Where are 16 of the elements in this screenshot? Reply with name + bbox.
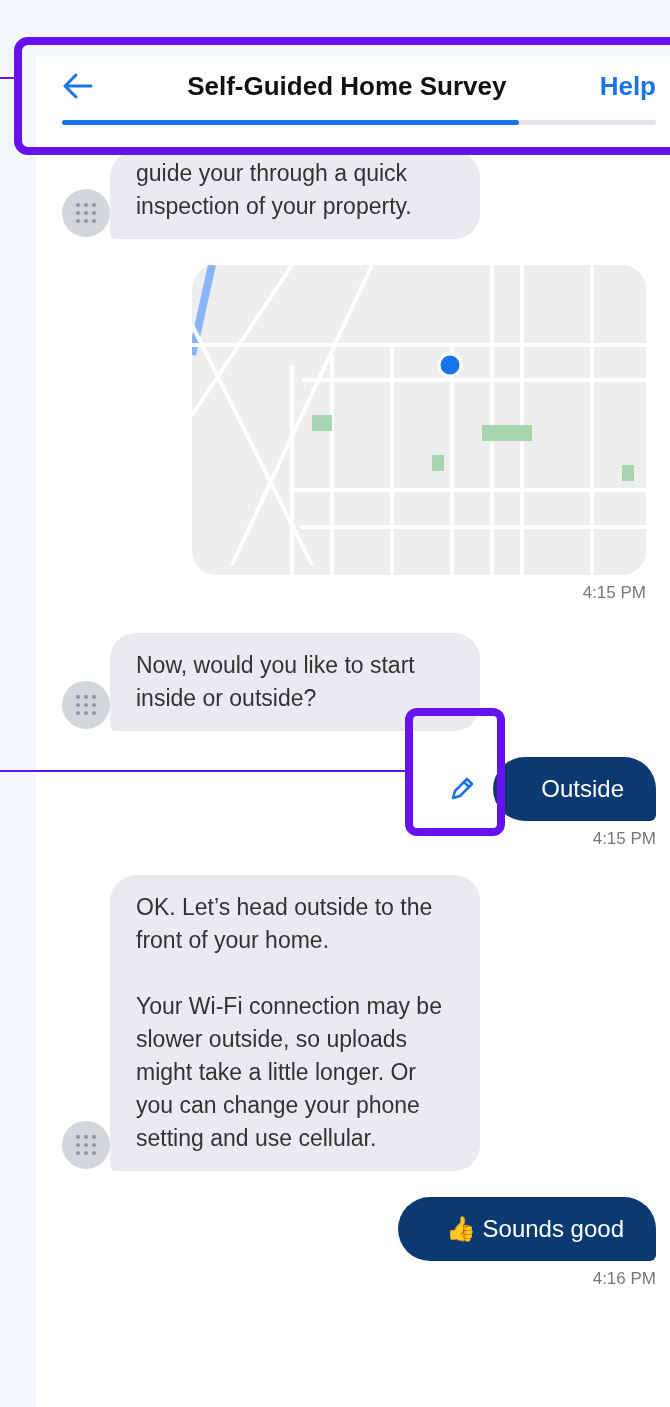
user-message: 👍 Sounds good <box>397 1197 656 1261</box>
help-link[interactable]: Help <box>599 70 656 102</box>
bot-avatar <box>62 681 110 729</box>
user-message: Outside <box>493 757 656 821</box>
message-time: 4:15 PM <box>592 829 656 849</box>
message-text: OK. Let’s head outside to the front of your home. <box>136 893 434 955</box>
message-text: guide your through a quick inspection of your property. <box>136 159 413 221</box>
bot-avatar <box>62 1121 110 1169</box>
message-time: 4:16 PM <box>592 1269 656 1289</box>
message-time: 4:15 PM <box>582 583 646 603</box>
message-text: Your Wi-Fi connection may be slower outside, so uploads might take a little longer. Or you can change your phone setting and use cellular. <box>136 992 443 1153</box>
message-text: Now, would you like to start inside or outside? <box>136 651 416 713</box>
screen-title: Self-Guided Home Survey <box>186 70 508 102</box>
callout-line <box>0 77 14 79</box>
bot-avatar <box>62 189 110 237</box>
back-arrow-icon[interactable] <box>62 72 94 100</box>
